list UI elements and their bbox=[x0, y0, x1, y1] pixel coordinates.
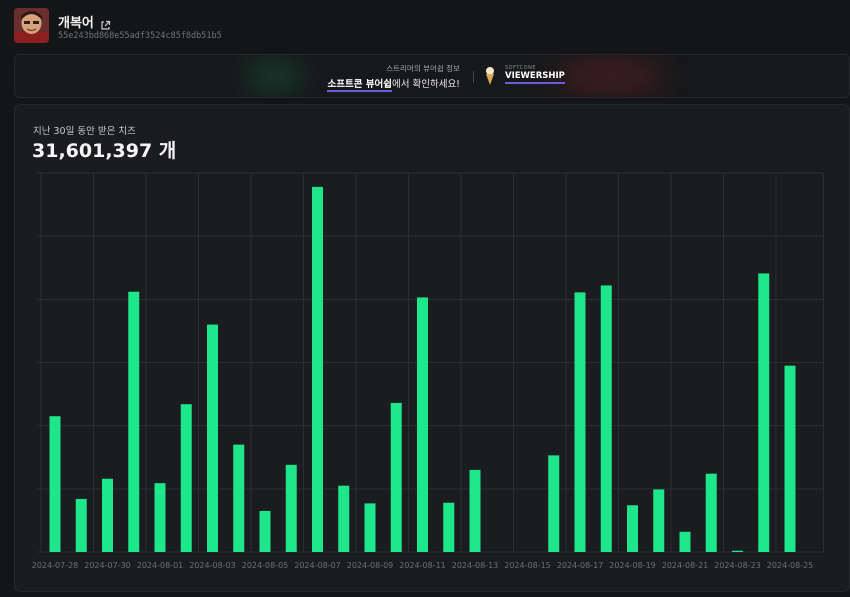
bar-2024-08-13[interactable] bbox=[469, 469, 481, 552]
channel-id: 55e243bd868e55adf3524c85f8db51b5 bbox=[58, 31, 222, 41]
bar-2024-07-28[interactable] bbox=[49, 416, 61, 552]
x-tick-label: 2024-08-15 bbox=[504, 561, 551, 570]
x-tick-label: 2024-08-21 bbox=[662, 561, 709, 570]
x-tick-label: 2024-08-23 bbox=[714, 561, 761, 570]
x-tick-label: 2024-08-19 bbox=[609, 561, 656, 570]
x-tick-label: 2024-08-25 bbox=[767, 561, 814, 570]
bar-2024-08-16[interactable] bbox=[548, 455, 560, 552]
bar-2024-07-29[interactable] bbox=[75, 498, 87, 552]
bar-2024-07-31[interactable] bbox=[128, 291, 140, 552]
bar-2024-08-20[interactable] bbox=[653, 489, 665, 552]
banner-line2: 에서 확인하세요! bbox=[391, 79, 460, 90]
bar-2024-08-08[interactable] bbox=[338, 485, 350, 552]
banner-line1: 스트리머의 뷰어쉽 정보 bbox=[386, 64, 460, 73]
bar-2024-08-05[interactable] bbox=[259, 510, 271, 552]
x-tick-label: 2024-08-11 bbox=[399, 561, 446, 570]
cheese-stats-card: 지난 30일 동안 받은 치즈 31,601,397 개 2024-07-28 2… bbox=[14, 104, 850, 592]
x-tick-label: 2024-08-17 bbox=[557, 561, 604, 570]
bar-2024-08-17[interactable] bbox=[574, 292, 586, 552]
bar-2024-08-23[interactable] bbox=[732, 550, 743, 552]
x-tick-label: 2024-08-07 bbox=[294, 561, 341, 570]
bar-2024-08-11[interactable] bbox=[417, 297, 428, 552]
channel-name: 개복어 bbox=[58, 16, 94, 31]
viewership-banner[interactable]: 스트리머의 뷰어쉽 정보 소프트콘 뷰어쉽에서 확인하세요! SOFTCONE … bbox=[14, 54, 850, 98]
bar-2024-08-18[interactable] bbox=[600, 285, 612, 552]
bar-2024-08-06[interactable] bbox=[285, 464, 297, 552]
bar-2024-08-25[interactable] bbox=[784, 365, 796, 552]
bar-2024-08-01[interactable] bbox=[154, 483, 166, 552]
bar-2024-08-24[interactable] bbox=[758, 273, 770, 552]
external-link-icon[interactable] bbox=[100, 16, 111, 30]
bar-2024-08-04[interactable] bbox=[233, 444, 245, 552]
x-tick-label: 2024-08-01 bbox=[137, 561, 184, 570]
banner-highlight: 소프트콘 뷰어쉽 bbox=[327, 79, 392, 92]
brand-name: VIEWERSHIP bbox=[505, 71, 565, 84]
x-tick-label: 2024-07-28 bbox=[32, 561, 79, 570]
bar-2024-08-19[interactable] bbox=[627, 505, 638, 552]
x-tick-label: 2024-08-03 bbox=[189, 561, 236, 570]
bar-2024-07-30[interactable] bbox=[102, 478, 113, 552]
bar-2024-08-10[interactable] bbox=[390, 402, 402, 552]
banner-divider bbox=[473, 71, 474, 83]
cheese-bar-chart: 2024-07-28 2024-07-30 2024-08-01 2024-08-03… bbox=[32, 172, 824, 570]
bar-2024-08-12[interactable] bbox=[443, 502, 455, 552]
channel-header: 개복어 55e243bd868e55adf3524c85f8db51b5 bbox=[14, 8, 834, 44]
bar-2024-08-03[interactable] bbox=[207, 324, 218, 552]
viewership-logo-icon bbox=[483, 66, 497, 86]
bar-2024-08-09[interactable] bbox=[364, 503, 376, 552]
x-tick-label: 2024-08-09 bbox=[347, 561, 394, 570]
x-tick-label: 2024-07-30 bbox=[84, 561, 131, 570]
x-tick-label: 2024-08-05 bbox=[242, 561, 289, 570]
x-tick-label: 2024-08-13 bbox=[452, 561, 499, 570]
bar-2024-08-22[interactable] bbox=[705, 473, 717, 552]
bar-2024-08-07[interactable] bbox=[312, 186, 323, 552]
bar-2024-08-21[interactable] bbox=[679, 531, 691, 552]
avatar[interactable] bbox=[14, 8, 49, 43]
bar-2024-08-02[interactable] bbox=[180, 404, 192, 552]
